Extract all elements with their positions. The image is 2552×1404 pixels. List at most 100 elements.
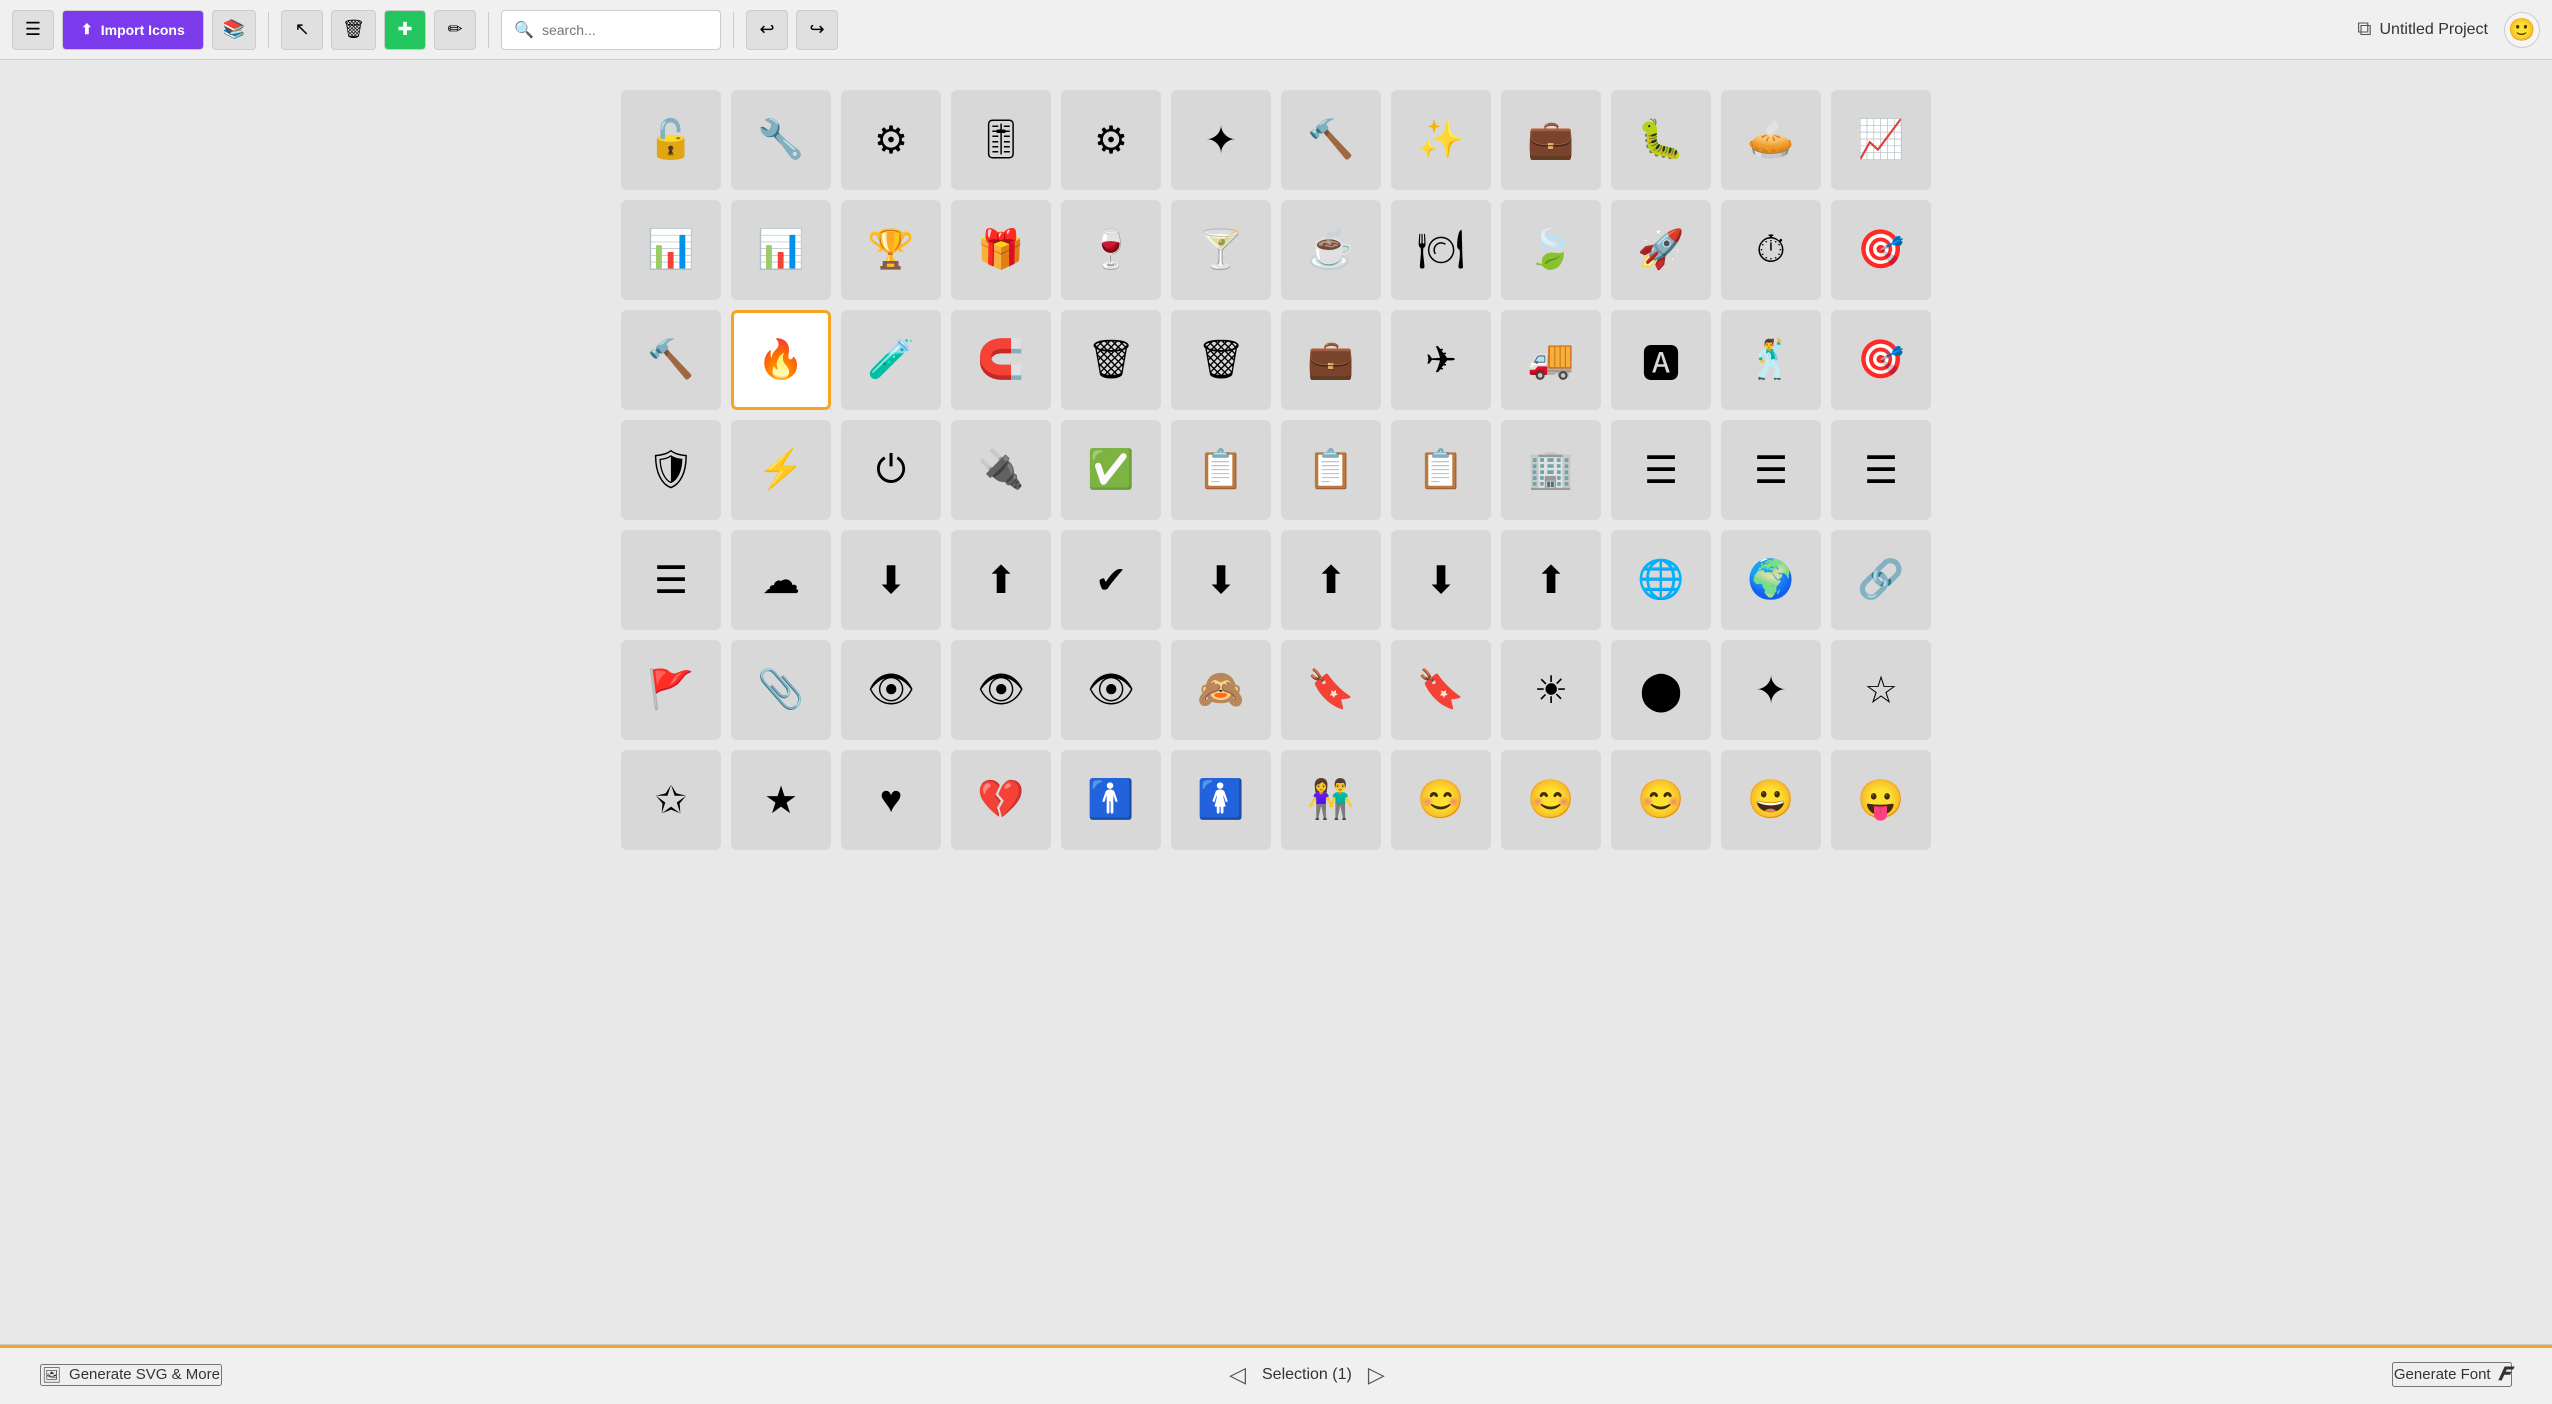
library-button[interactable]: 📚 bbox=[212, 10, 256, 50]
icon-cell-unlock[interactable]: 🔓 bbox=[621, 90, 721, 190]
icon-cell-tongue[interactable]: 😛 bbox=[1831, 750, 1931, 850]
search-input[interactable] bbox=[542, 22, 702, 38]
icon-cell-bookmark[interactable]: 🔖 bbox=[1281, 640, 1381, 740]
prev-arrow-icon[interactable]: ◁ bbox=[1229, 1362, 1246, 1388]
import-icons-button[interactable]: ⬆ Import Icons bbox=[62, 10, 204, 50]
icon-cell-target[interactable]: 🎯 bbox=[1831, 200, 1931, 300]
icon-cell-link[interactable]: 🔗 bbox=[1831, 530, 1931, 630]
icon-cell-eye[interactable]: 👁 bbox=[841, 640, 941, 740]
icon-cell-sun-alt[interactable]: ✦ bbox=[1721, 640, 1821, 740]
icon-cell-menu-center[interactable]: ☰ bbox=[1721, 420, 1821, 520]
icon-cell-wrench[interactable]: 🔧 bbox=[731, 90, 831, 190]
icon-cell-smile4[interactable]: 😀 bbox=[1721, 750, 1821, 850]
icon-cell-rocket[interactable]: 🚀 bbox=[1611, 200, 1711, 300]
icon-cell-gear-outline[interactable]: ✦ bbox=[1171, 90, 1271, 190]
icon-cell-list-bullet[interactable]: 📋 bbox=[1281, 420, 1381, 520]
icon-cell-magic-wand[interactable]: ✨ bbox=[1391, 90, 1491, 190]
icon-cell-speedometer[interactable]: ⏱ bbox=[1721, 200, 1821, 300]
icon-cell-checklist[interactable]: ✅ bbox=[1061, 420, 1161, 520]
user-avatar[interactable]: 🙂 bbox=[2504, 12, 2540, 48]
undo-button[interactable]: ↩ bbox=[746, 10, 788, 50]
redo-button[interactable]: ↪ bbox=[796, 10, 838, 50]
icon-cell-smile2[interactable]: 😊 bbox=[1501, 750, 1601, 850]
icon-cell-figure[interactable]: 🕺 bbox=[1721, 310, 1821, 410]
icon-cell-eye-refresh[interactable]: 👁 bbox=[1061, 640, 1161, 740]
icon-cell-globe2[interactable]: 🌍 bbox=[1721, 530, 1821, 630]
icon-cell-bug[interactable]: 🐛 bbox=[1611, 90, 1711, 190]
icon-cell-pie-chart[interactable]: 🥧 bbox=[1721, 90, 1821, 190]
icon-cell-trash2[interactable]: 🗑 bbox=[1171, 310, 1271, 410]
icon-cell-flask[interactable]: 🧪 bbox=[841, 310, 941, 410]
icon-cell-cloud[interactable]: ☁ bbox=[731, 530, 831, 630]
menu-button[interactable]: ☰ bbox=[12, 10, 54, 50]
icon-cell-plane[interactable]: ✈ bbox=[1391, 310, 1491, 410]
icon-cell-lightning[interactable]: ⚡ bbox=[731, 420, 831, 520]
icon-cell-upload-alt[interactable]: ⬆ bbox=[1501, 530, 1601, 630]
generate-svg-button[interactable]: 🖼 Generate SVG & More bbox=[40, 1364, 222, 1386]
icon-cell-magnet[interactable]: 🧲 bbox=[951, 310, 1051, 410]
icon-cell-flag[interactable]: 🚩 bbox=[621, 640, 721, 740]
add-button[interactable]: ✚ bbox=[384, 10, 426, 50]
icon-cell-bar-chart2[interactable]: 📊 bbox=[731, 200, 831, 300]
icon-cell-menu-up[interactable]: ☰ bbox=[621, 530, 721, 630]
icon-cell-eye-plus[interactable]: 👁 bbox=[951, 640, 1051, 740]
icon-cell-crosshair[interactable]: 🎯 bbox=[1831, 310, 1931, 410]
icon-cell-power[interactable]: ⏻ bbox=[841, 420, 941, 520]
icon-cell-cloud-download[interactable]: ⬇ bbox=[841, 530, 941, 630]
icon-cell-gavel[interactable]: 🔨 bbox=[621, 310, 721, 410]
icon-cell-wine[interactable]: 🍷 bbox=[1061, 200, 1161, 300]
icon-cell-trash[interactable]: 🗑 bbox=[1061, 310, 1161, 410]
icon-cell-sliders[interactable]: ⚙ bbox=[841, 90, 941, 190]
icon-cell-star-half[interactable]: ✩ bbox=[621, 750, 721, 850]
icon-cell-star-empty[interactable]: ☆ bbox=[1831, 640, 1931, 740]
icon-cell-list-arrow[interactable]: 📋 bbox=[1391, 420, 1491, 520]
icon-cell-cloud-check[interactable]: ✔ bbox=[1061, 530, 1161, 630]
icon-cell-smile3[interactable]: 😊 bbox=[1611, 750, 1711, 850]
icon-cell-heart[interactable]: ♥ bbox=[841, 750, 941, 850]
icon-cell-download-tray[interactable]: ⬇ bbox=[1171, 530, 1271, 630]
icon-cell-bookmark-open[interactable]: 🔖 bbox=[1391, 640, 1491, 740]
import-icons-label: Import Icons bbox=[101, 22, 185, 38]
delete-button[interactable]: 🗑 bbox=[331, 10, 376, 50]
icon-cell-text-size[interactable]: 🅰 bbox=[1611, 310, 1711, 410]
next-arrow-icon[interactable]: ▷ bbox=[1368, 1362, 1385, 1388]
icon-cell-eye-slash[interactable]: 🙈 bbox=[1171, 640, 1271, 740]
icon-cell-heart-broken[interactable]: 💔 bbox=[951, 750, 1051, 850]
icon-cell-cloud-upload[interactable]: ⬆ bbox=[951, 530, 1051, 630]
icon-cell-briefcase[interactable]: 💼 bbox=[1281, 310, 1381, 410]
icon-cell-person-male[interactable]: 🚹 bbox=[1061, 750, 1161, 850]
icon-cell-leaf[interactable]: 🍃 bbox=[1501, 200, 1601, 300]
icon-cell-faders[interactable]: 🎚 bbox=[951, 90, 1051, 190]
icon-cell-cocktail[interactable]: 🍸 bbox=[1171, 200, 1271, 300]
icon-cell-list-numbered[interactable]: 📋 bbox=[1171, 420, 1271, 520]
icon-cell-mug[interactable]: ☕ bbox=[1281, 200, 1381, 300]
icon-cell-paperclip[interactable]: 📎 bbox=[731, 640, 831, 740]
icon-cell-couple[interactable]: 👫 bbox=[1281, 750, 1381, 850]
icon-cell-fire[interactable]: 🔥 bbox=[731, 310, 831, 410]
icon-cell-bar-chart[interactable]: 📊 bbox=[621, 200, 721, 300]
edit-button[interactable]: ✏ bbox=[434, 10, 476, 50]
icon-cell-org-chart[interactable]: 🏢 bbox=[1501, 420, 1601, 520]
icon-cell-hammer[interactable]: 🔨 bbox=[1281, 90, 1381, 190]
icon-cell-sun[interactable]: ☀ bbox=[1501, 640, 1601, 740]
icon-cell-first-aid[interactable]: 💼 bbox=[1501, 90, 1601, 190]
icon-cell-menu[interactable]: ☰ bbox=[1611, 420, 1711, 520]
icon-cell-person-female[interactable]: 🚺 bbox=[1171, 750, 1271, 850]
icon-cell-shield-down[interactable]: 🛡 bbox=[621, 420, 721, 520]
icon-cell-cutlery[interactable]: 🍽 bbox=[1391, 200, 1491, 300]
icon-cell-upload-tray[interactable]: ⬆ bbox=[1281, 530, 1381, 630]
icon-cell-menu-right[interactable]: ☰ bbox=[1831, 420, 1931, 520]
icon-cell-smile[interactable]: 😊 bbox=[1391, 750, 1491, 850]
icon-cell-truck[interactable]: 🚚 bbox=[1501, 310, 1601, 410]
icon-cell-gift[interactable]: 🎁 bbox=[951, 200, 1051, 300]
icon-cell-line-chart[interactable]: 📈 bbox=[1831, 90, 1931, 190]
icon-cell-unplug[interactable]: 🔌 bbox=[951, 420, 1051, 520]
icon-cell-download-alt[interactable]: ⬇ bbox=[1391, 530, 1491, 630]
generate-font-button[interactable]: Generate Font 𝑭 bbox=[2392, 1362, 2512, 1387]
icon-cell-trophy[interactable]: 🏆 bbox=[841, 200, 941, 300]
icon-cell-half-circle[interactable]: ⬤ bbox=[1611, 640, 1711, 740]
icon-cell-star[interactable]: ★ bbox=[731, 750, 831, 850]
icon-cell-globe[interactable]: 🌐 bbox=[1611, 530, 1711, 630]
select-tool-button[interactable]: ↖ bbox=[281, 10, 323, 50]
icon-cell-gear[interactable]: ⚙ bbox=[1061, 90, 1161, 190]
